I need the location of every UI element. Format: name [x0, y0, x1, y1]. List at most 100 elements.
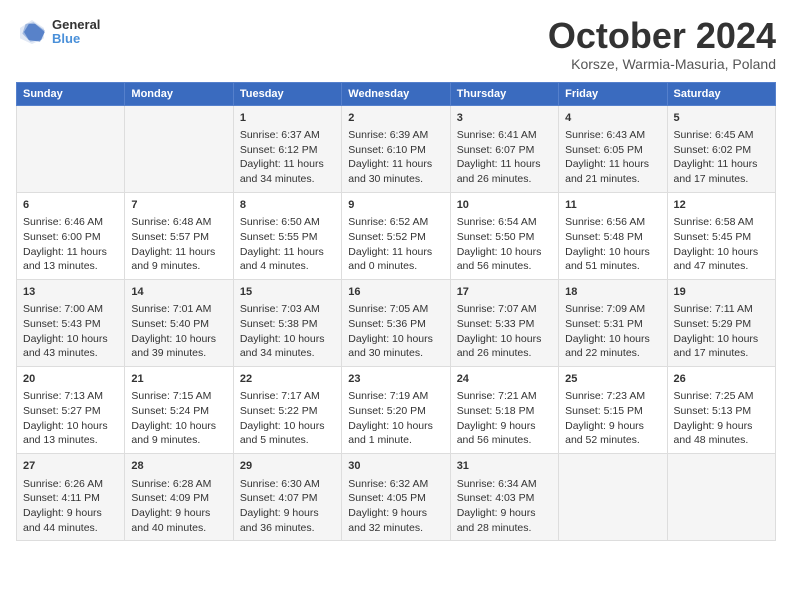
calendar-cell: 19Sunrise: 7:11 AMSunset: 5:29 PMDayligh… [667, 279, 775, 366]
day-info: Sunrise: 6:58 AM [674, 215, 769, 230]
day-info: Sunrise: 6:34 AM [457, 477, 552, 492]
day-info: Sunset: 5:29 PM [674, 317, 769, 332]
calendar-cell [125, 105, 233, 192]
day-info: Sunset: 4:03 PM [457, 491, 552, 506]
calendar-cell: 5Sunrise: 6:45 AMSunset: 6:02 PMDaylight… [667, 105, 775, 192]
day-info: Daylight: 10 hours and 30 minutes. [348, 332, 443, 361]
day-info: Sunrise: 7:19 AM [348, 389, 443, 404]
day-number: 2 [348, 111, 443, 126]
day-info: Daylight: 10 hours and 34 minutes. [240, 332, 335, 361]
day-number: 19 [674, 285, 769, 300]
day-info: Sunset: 6:10 PM [348, 143, 443, 158]
day-info: Sunset: 5:22 PM [240, 404, 335, 419]
calendar-cell [559, 454, 667, 541]
calendar-cell [17, 105, 125, 192]
day-number: 7 [131, 198, 226, 213]
day-info: Sunrise: 6:56 AM [565, 215, 660, 230]
day-number: 5 [674, 111, 769, 126]
day-info: Daylight: 9 hours and 44 minutes. [23, 506, 118, 535]
day-info: Sunrise: 6:28 AM [131, 477, 226, 492]
day-info: Daylight: 11 hours and 13 minutes. [23, 245, 118, 274]
day-info: Sunrise: 6:52 AM [348, 215, 443, 230]
day-number: 13 [23, 285, 118, 300]
logo-icon [16, 16, 48, 48]
day-info: Sunset: 5:20 PM [348, 404, 443, 419]
calendar-cell: 8Sunrise: 6:50 AMSunset: 5:55 PMDaylight… [233, 192, 341, 279]
week-row-2: 6Sunrise: 6:46 AMSunset: 6:00 PMDaylight… [17, 192, 776, 279]
calendar-cell: 22Sunrise: 7:17 AMSunset: 5:22 PMDayligh… [233, 367, 341, 454]
day-info: Daylight: 11 hours and 26 minutes. [457, 157, 552, 186]
week-row-4: 20Sunrise: 7:13 AMSunset: 5:27 PMDayligh… [17, 367, 776, 454]
day-number: 6 [23, 198, 118, 213]
day-info: Sunrise: 6:32 AM [348, 477, 443, 492]
calendar-cell: 3Sunrise: 6:41 AMSunset: 6:07 PMDaylight… [450, 105, 558, 192]
weekday-header-sunday: Sunday [17, 82, 125, 105]
calendar-cell: 9Sunrise: 6:52 AMSunset: 5:52 PMDaylight… [342, 192, 450, 279]
weekday-header-tuesday: Tuesday [233, 82, 341, 105]
day-info: Sunset: 5:50 PM [457, 230, 552, 245]
day-info: Sunset: 5:36 PM [348, 317, 443, 332]
day-info: Daylight: 10 hours and 26 minutes. [457, 332, 552, 361]
day-info: Sunset: 5:40 PM [131, 317, 226, 332]
day-number: 1 [240, 111, 335, 126]
day-info: Sunrise: 6:46 AM [23, 215, 118, 230]
day-info: Sunrise: 6:41 AM [457, 128, 552, 143]
calendar-cell: 17Sunrise: 7:07 AMSunset: 5:33 PMDayligh… [450, 279, 558, 366]
day-info: Sunset: 4:07 PM [240, 491, 335, 506]
day-info: Sunrise: 7:25 AM [674, 389, 769, 404]
calendar-cell: 14Sunrise: 7:01 AMSunset: 5:40 PMDayligh… [125, 279, 233, 366]
logo-general-text: General [52, 18, 100, 32]
day-info: Sunset: 5:43 PM [23, 317, 118, 332]
day-info: Sunrise: 7:13 AM [23, 389, 118, 404]
calendar-cell: 18Sunrise: 7:09 AMSunset: 5:31 PMDayligh… [559, 279, 667, 366]
day-info: Sunrise: 6:26 AM [23, 477, 118, 492]
day-number: 28 [131, 459, 226, 474]
day-info: Sunset: 4:11 PM [23, 491, 118, 506]
day-info: Sunrise: 6:45 AM [674, 128, 769, 143]
day-number: 21 [131, 372, 226, 387]
calendar-cell: 2Sunrise: 6:39 AMSunset: 6:10 PMDaylight… [342, 105, 450, 192]
day-info: Sunrise: 7:11 AM [674, 302, 769, 317]
calendar-cell: 1Sunrise: 6:37 AMSunset: 6:12 PMDaylight… [233, 105, 341, 192]
day-info: Sunset: 5:48 PM [565, 230, 660, 245]
day-info: Sunrise: 7:07 AM [457, 302, 552, 317]
day-info: Daylight: 10 hours and 22 minutes. [565, 332, 660, 361]
day-number: 22 [240, 372, 335, 387]
weekday-header-thursday: Thursday [450, 82, 558, 105]
calendar-cell: 16Sunrise: 7:05 AMSunset: 5:36 PMDayligh… [342, 279, 450, 366]
day-number: 24 [457, 372, 552, 387]
day-info: Daylight: 9 hours and 52 minutes. [565, 419, 660, 448]
day-info: Daylight: 10 hours and 56 minutes. [457, 245, 552, 274]
day-info: Sunrise: 7:03 AM [240, 302, 335, 317]
day-number: 16 [348, 285, 443, 300]
day-number: 4 [565, 111, 660, 126]
day-number: 12 [674, 198, 769, 213]
day-info: Sunrise: 7:01 AM [131, 302, 226, 317]
day-info: Sunset: 4:09 PM [131, 491, 226, 506]
day-info: Sunrise: 7:17 AM [240, 389, 335, 404]
day-info: Sunrise: 7:15 AM [131, 389, 226, 404]
day-info: Daylight: 11 hours and 21 minutes. [565, 157, 660, 186]
weekday-header-friday: Friday [559, 82, 667, 105]
calendar-cell: 12Sunrise: 6:58 AMSunset: 5:45 PMDayligh… [667, 192, 775, 279]
weekday-header-monday: Monday [125, 82, 233, 105]
calendar-table: SundayMondayTuesdayWednesdayThursdayFrid… [16, 82, 776, 542]
day-info: Sunset: 4:05 PM [348, 491, 443, 506]
week-row-3: 13Sunrise: 7:00 AMSunset: 5:43 PMDayligh… [17, 279, 776, 366]
day-info: Sunrise: 6:43 AM [565, 128, 660, 143]
day-info: Sunset: 5:27 PM [23, 404, 118, 419]
day-number: 18 [565, 285, 660, 300]
day-info: Sunset: 5:31 PM [565, 317, 660, 332]
logo-text: General Blue [52, 18, 100, 47]
day-info: Sunset: 6:12 PM [240, 143, 335, 158]
day-info: Daylight: 10 hours and 13 minutes. [23, 419, 118, 448]
day-info: Sunset: 5:24 PM [131, 404, 226, 419]
day-info: Sunrise: 6:37 AM [240, 128, 335, 143]
calendar-cell: 4Sunrise: 6:43 AMSunset: 6:05 PMDaylight… [559, 105, 667, 192]
day-info: Sunrise: 7:23 AM [565, 389, 660, 404]
day-info: Daylight: 9 hours and 28 minutes. [457, 506, 552, 535]
day-number: 15 [240, 285, 335, 300]
day-info: Daylight: 11 hours and 17 minutes. [674, 157, 769, 186]
weekday-header-saturday: Saturday [667, 82, 775, 105]
week-row-5: 27Sunrise: 6:26 AMSunset: 4:11 PMDayligh… [17, 454, 776, 541]
